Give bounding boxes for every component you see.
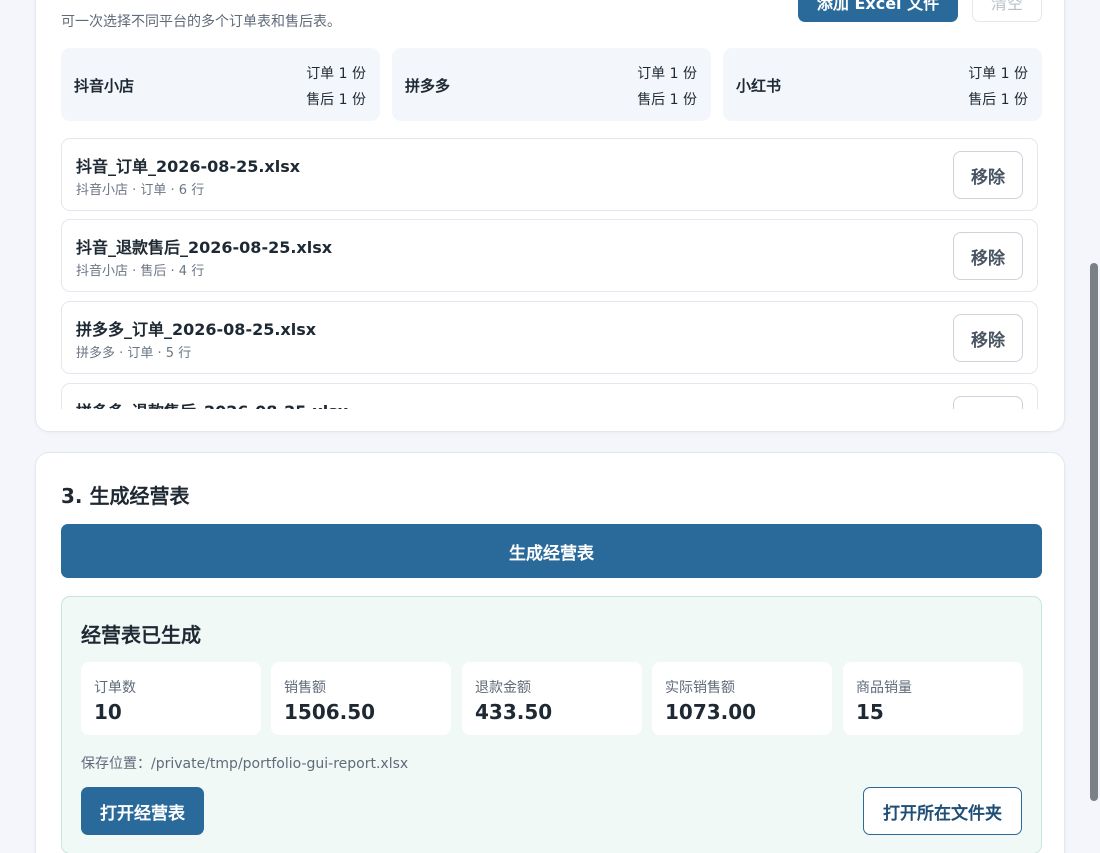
clear-button[interactable]: 清空 <box>972 0 1042 22</box>
file-meta: 抖音小店 · 订单 · 6 行 <box>76 183 205 198</box>
result-panel: 经营表已生成 订单数 10 销售额 1506.50 退款金额 433.50 实际… <box>61 596 1042 853</box>
file-name: 拼多多_退款售后_2026-08-25.xlsx <box>76 398 348 409</box>
stat-refund: 退款金额 433.50 <box>462 662 642 735</box>
stat-order-count: 订单数 10 <box>81 662 261 735</box>
stat-sales: 销售额 1506.50 <box>271 662 451 735</box>
stat-value: 15 <box>856 700 884 724</box>
file-name: 抖音_订单_2026-08-25.xlsx <box>76 157 301 176</box>
file-name: 抖音_退款售后_2026-08-25.xlsx <box>76 238 333 257</box>
stat-label: 退款金额 <box>475 680 531 696</box>
file-meta: 抖音小店 · 售后 · 4 行 <box>76 264 205 279</box>
result-title: 经营表已生成 <box>81 623 201 647</box>
generate-report-button[interactable]: 生成经营表 <box>61 524 1042 578</box>
scrollbar[interactable] <box>1087 0 1100 853</box>
stat-label: 商品销量 <box>856 680 912 696</box>
stat-value: 1506.50 <box>284 700 376 724</box>
stat-label: 订单数 <box>94 680 136 696</box>
platform-order-count: 订单 1 份 <box>968 66 1028 82</box>
platform-name: 抖音小店 <box>74 77 135 95</box>
platform-card-douyin: 抖音小店 订单 1 份 售后 1 份 <box>61 48 380 121</box>
stat-net-sales: 实际销售额 1073.00 <box>652 662 832 735</box>
platform-aftersale-count: 售后 1 份 <box>637 92 697 108</box>
platform-order-count: 订单 1 份 <box>637 66 697 82</box>
stat-value: 10 <box>94 700 122 724</box>
platform-summary: 抖音小店 订单 1 份 售后 1 份 拼多多 订单 1 份 售后 1 份 小红书… <box>61 48 1042 121</box>
add-excel-button[interactable]: 添加 Excel 文件 <box>798 0 958 22</box>
scrollbar-thumb[interactable] <box>1090 263 1098 801</box>
file-item: 抖音_订单_2026-08-25.xlsx 抖音小店 · 订单 · 6 行 移除 <box>61 138 1038 211</box>
open-report-button[interactable]: 打开经营表 <box>81 787 204 835</box>
platform-order-count: 订单 1 份 <box>306 66 366 82</box>
platform-card-pinduoduo: 拼多多 订单 1 份 售后 1 份 <box>392 48 711 121</box>
file-item: 拼多多_退款售后_2026-08-25.xlsx 移除 <box>61 383 1038 409</box>
stat-label: 实际销售额 <box>665 680 735 696</box>
files-subtitle: 可一次选择不同平台的多个订单表和售后表。 <box>61 14 341 30</box>
platform-name: 拼多多 <box>405 77 451 95</box>
stat-value: 433.50 <box>475 700 553 724</box>
stat-label: 销售额 <box>284 680 326 696</box>
stat-units-sold: 商品销量 15 <box>843 662 1023 735</box>
file-item: 抖音_退款售后_2026-08-25.xlsx 抖音小店 · 售后 · 4 行 … <box>61 219 1038 292</box>
remove-file-button[interactable]: 移除 <box>953 314 1023 362</box>
remove-file-button[interactable]: 移除 <box>953 232 1023 280</box>
file-list[interactable]: 抖音_订单_2026-08-25.xlsx 抖音小店 · 订单 · 6 行 移除… <box>61 138 1038 409</box>
file-selection-card: 可一次选择不同平台的多个订单表和售后表。 添加 Excel 文件 清空 抖音小店… <box>35 0 1065 432</box>
save-path: 保存位置：/private/tmp/portfolio-gui-report.x… <box>81 756 409 772</box>
platform-card-xiaohongshu: 小红书 订单 1 份 售后 1 份 <box>723 48 1042 121</box>
open-folder-button[interactable]: 打开所在文件夹 <box>863 787 1022 835</box>
stat-value: 1073.00 <box>665 700 757 724</box>
platform-aftersale-count: 售后 1 份 <box>306 92 366 108</box>
remove-file-button[interactable]: 移除 <box>953 396 1023 409</box>
file-name: 拼多多_订单_2026-08-25.xlsx <box>76 320 317 339</box>
file-meta: 拼多多 · 订单 · 5 行 <box>76 346 192 361</box>
file-item: 拼多多_订单_2026-08-25.xlsx 拼多多 · 订单 · 5 行 移除 <box>61 301 1038 374</box>
generate-report-card: 3. 生成经营表 生成经营表 经营表已生成 订单数 10 销售额 1506.50… <box>35 452 1065 853</box>
platform-aftersale-count: 售后 1 份 <box>968 92 1028 108</box>
remove-file-button[interactable]: 移除 <box>953 151 1023 199</box>
platform-name: 小红书 <box>736 77 782 95</box>
section-title: 3. 生成经营表 <box>61 484 190 508</box>
